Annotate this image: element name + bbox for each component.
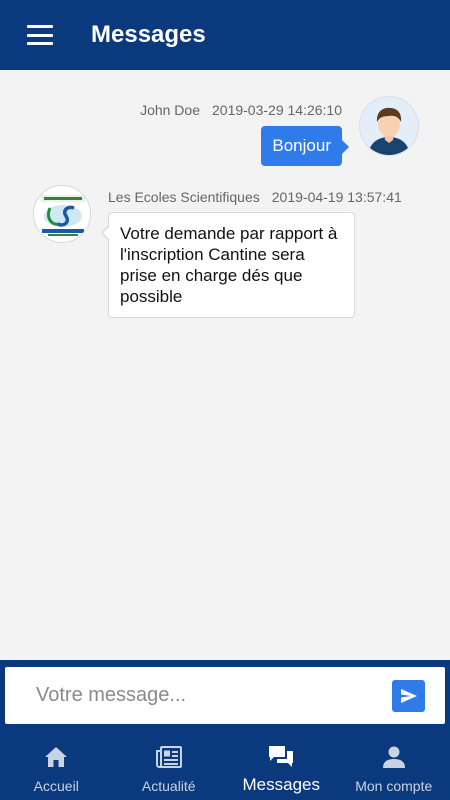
nav-label: Actualité <box>141 778 196 794</box>
outgoing-message-meta: John Doe 2019-03-29 14:26:10 <box>140 102 342 118</box>
school-logo <box>33 185 91 243</box>
incoming-message-bubble[interactable]: Votre demande par rapport à l'inscriptio… <box>101 212 355 318</box>
incoming-message-meta: Les Ecoles Scientifiques 2019-04-19 13:57… <box>108 189 402 205</box>
message-input-container <box>5 667 445 724</box>
bottom-navigation: Accueil Actualité Messages Mon compte <box>0 728 450 800</box>
nav-item-actualite[interactable]: Actualité <box>113 728 226 800</box>
hamburger-menu-icon[interactable] <box>27 25 53 45</box>
nav-item-mon-compte[interactable]: Mon compte <box>338 728 450 800</box>
send-icon <box>400 689 417 703</box>
app-bar: Messages <box>0 0 450 70</box>
message-timestamp: 2019-04-19 13:57:41 <box>271 189 402 205</box>
outgoing-message-bubble[interactable]: Bonjour <box>261 126 349 166</box>
chat-icon <box>268 744 294 770</box>
message-composer <box>0 660 450 728</box>
message-timestamp: 2019-03-29 14:26:10 <box>212 102 342 118</box>
person-icon <box>381 744 407 770</box>
send-button[interactable] <box>392 680 425 712</box>
home-icon <box>43 744 69 770</box>
chat-thread[interactable]: John Doe 2019-03-29 14:26:10 Bonjour Les … <box>0 70 450 660</box>
message-input[interactable] <box>5 667 385 724</box>
nav-label: Mon compte <box>355 778 433 794</box>
sender-name: Les Ecoles Scientifiques <box>108 189 260 205</box>
nav-item-accueil[interactable]: Accueil <box>0 728 113 800</box>
nav-label: Messages <box>242 775 320 794</box>
newspaper-icon <box>155 744 182 770</box>
user-avatar <box>360 97 418 155</box>
page-title: Messages <box>91 21 206 48</box>
nav-label: Accueil <box>33 778 79 794</box>
sender-name: John Doe <box>140 102 200 118</box>
nav-item-messages[interactable]: Messages <box>225 728 338 800</box>
